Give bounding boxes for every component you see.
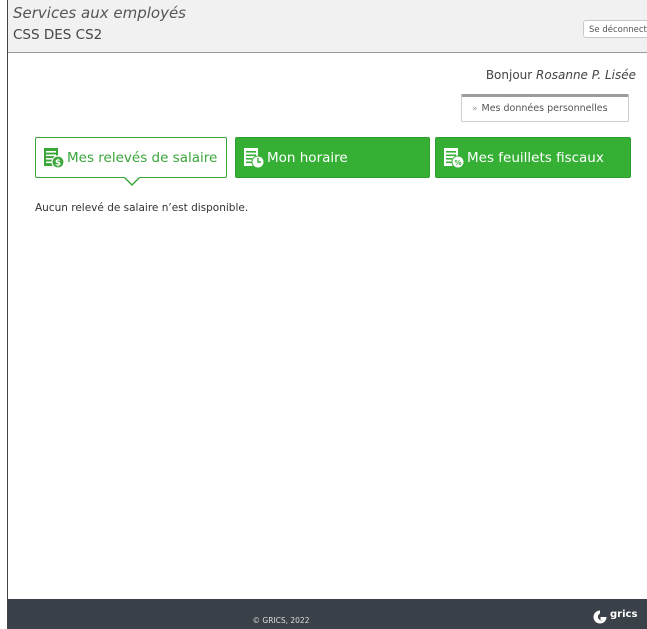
schedule-clock-icon: [244, 147, 265, 168]
tab-payslips-label: Mes relevés de salaire: [67, 149, 218, 166]
tab-tax-slips-label: Mes feuillets fiscaux: [467, 149, 604, 166]
brand-name: grics: [610, 609, 638, 620]
app-frame: Services aux employés CSS DES CS2 Se déc…: [7, 0, 647, 629]
app-title: Services aux employés: [13, 4, 186, 22]
personal-data-label: Mes données personnelles: [481, 103, 608, 114]
tab-schedule-label: Mon horaire: [267, 149, 348, 166]
greeting-prefix: Bonjour: [485, 68, 533, 82]
svg-text:$: $: [55, 158, 61, 168]
grics-g-icon: [593, 610, 607, 624]
copyright-text: © GRICS, 2022: [252, 616, 310, 625]
header: Services aux employés CSS DES CS2 Se déc…: [8, 0, 647, 53]
tab-tax-slips[interactable]: % Mes feuillets fiscaux: [435, 137, 631, 178]
svg-text:%: %: [454, 159, 461, 167]
chevron-right-icon: »: [472, 104, 478, 114]
user-name: Rosanne P. Lisée: [536, 68, 636, 82]
footer: © GRICS, 2022 grics: [8, 599, 647, 629]
grics-logo[interactable]: grics: [592, 609, 637, 627]
payslip-dollar-icon: $: [44, 147, 65, 169]
empty-state-message: Aucun relevé de salaire n’est disponible…: [35, 202, 249, 214]
tax-slip-icon: %: [444, 147, 465, 168]
greeting: Bonjour Rosanne P. Lisée: [486, 68, 636, 82]
personal-data-button[interactable]: » Mes données personnelles: [461, 94, 629, 122]
logout-button[interactable]: Se déconnecter: [583, 20, 647, 38]
active-tab-caret-fill: [124, 176, 140, 184]
tab-schedule[interactable]: Mon horaire: [235, 137, 430, 178]
tab-payslips[interactable]: $ Mes relevés de salaire: [35, 137, 227, 178]
organization-name: CSS DES CS2: [13, 27, 103, 43]
